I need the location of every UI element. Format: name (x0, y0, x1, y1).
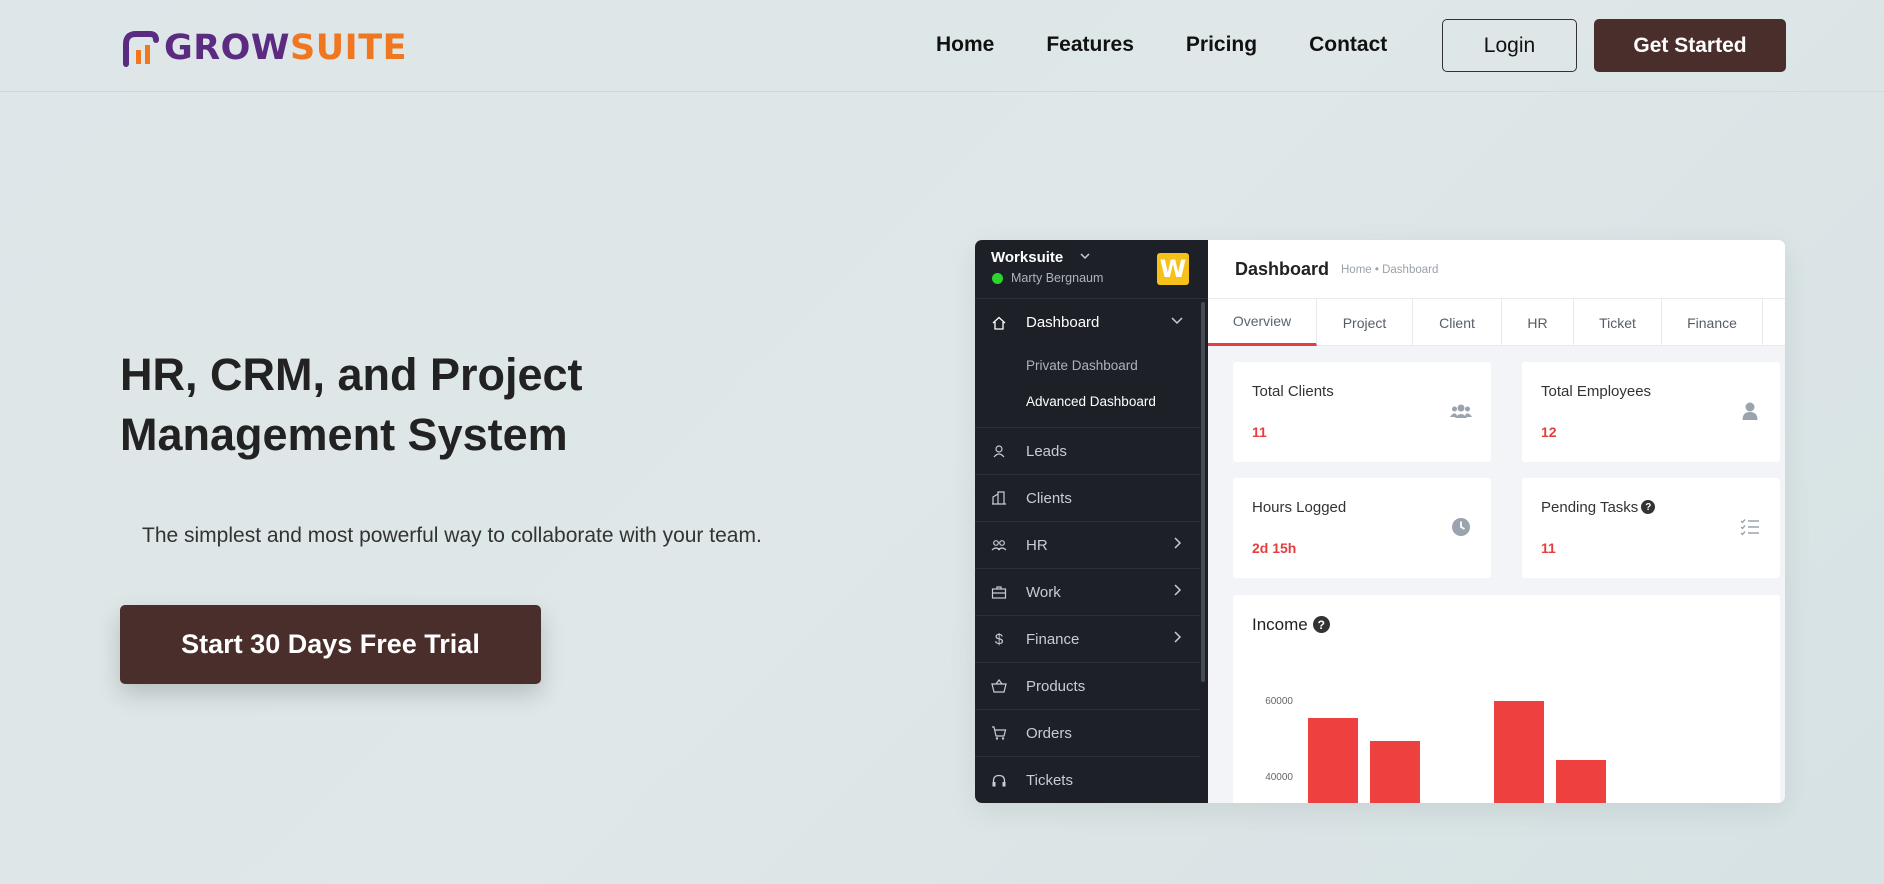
tab-finance[interactable]: Finance (1662, 299, 1763, 346)
sidebar-item-label: Leads (1026, 442, 1067, 460)
task-list-icon (1740, 519, 1759, 536)
sidebar-item-dashboard[interactable]: Dashboard (975, 299, 1200, 346)
sidebar-item-hr[interactable]: HR (975, 522, 1200, 569)
users-icon (990, 536, 1008, 554)
nav-contact[interactable]: Contact (1309, 33, 1387, 57)
users-icon (1450, 404, 1472, 418)
workspace-header: Worksuite Marty Bergnaum W (975, 240, 1208, 299)
sidebar-item-finance[interactable]: $ Finance (975, 616, 1200, 663)
home-icon (990, 314, 1008, 332)
free-trial-button[interactable]: Start 30 Days Free Trial (120, 605, 541, 684)
dashboard-preview: Worksuite Marty Bergnaum W Dashboard Pri… (975, 240, 1785, 803)
income-chart: 60000 40000 (1233, 595, 1780, 803)
income-bar[interactable] (1556, 760, 1606, 803)
dashboard-tabs: Overview Project Client HR Ticket Financ… (1208, 299, 1785, 346)
card-value: 2d 15h (1252, 540, 1297, 556)
sidebar-item-work[interactable]: Work (975, 569, 1200, 616)
login-button[interactable]: Login (1442, 19, 1577, 72)
help-icon[interactable]: ? (1641, 500, 1656, 515)
sidebar-item-label: Tickets (1026, 772, 1073, 789)
sidebar-item-orders[interactable]: Orders (975, 710, 1200, 757)
chevron-right-icon[interactable] (1170, 630, 1184, 644)
sidebar-item-label: Work (1026, 583, 1061, 601)
headset-icon (990, 772, 1008, 790)
sidebar-item-label: Products (1026, 677, 1086, 695)
get-started-button[interactable]: Get Started (1594, 19, 1786, 72)
card-hours-logged[interactable]: Hours Logged 2d 15h (1233, 478, 1491, 578)
dashboard-topbar: Dashboard Home • Dashboard (1208, 240, 1785, 299)
sidebar-item-products[interactable]: Products (975, 663, 1200, 710)
tab-overview[interactable]: Overview (1208, 299, 1317, 346)
nav-pricing[interactable]: Pricing (1186, 33, 1257, 57)
tab-project[interactable]: Project (1317, 299, 1413, 346)
chevron-right-icon[interactable] (1170, 536, 1184, 550)
card-value: 11 (1252, 424, 1267, 440)
sidebar-item-label: Finance (1026, 630, 1080, 648)
basket-icon (990, 677, 1008, 695)
sidebar-subitem-advanced-dashboard[interactable]: Advanced Dashboard (1026, 394, 1156, 409)
main-nav: Home Features Pricing Contact (936, 33, 1439, 57)
cart-icon (990, 724, 1008, 742)
sidebar-item-label: HR (1026, 536, 1048, 554)
nav-features[interactable]: Features (1046, 33, 1134, 57)
clock-icon (1452, 518, 1470, 536)
workspace-badge: W (1157, 253, 1189, 285)
sidebar-item-leads[interactable]: Leads (975, 428, 1200, 475)
card-label: Hours Logged (1252, 499, 1347, 516)
brand-logo[interactable]: GROWSUITE (120, 28, 407, 68)
tab-ticket[interactable]: Ticket (1574, 299, 1662, 346)
card-label: Total Employees (1541, 383, 1652, 400)
user-name: Marty Bergnaum (1011, 271, 1104, 285)
dollar-icon: $ (994, 630, 1004, 648)
online-status-icon (992, 273, 1003, 284)
page-title: Dashboard (1235, 259, 1330, 279)
logo-icon (123, 31, 159, 67)
card-total-clients[interactable]: Total Clients 11 (1233, 362, 1491, 462)
income-bar[interactable] (1494, 701, 1544, 803)
tab-hr[interactable]: HR (1502, 299, 1574, 346)
breadcrumb[interactable]: Home • Dashboard (1341, 264, 1438, 276)
sidebar-scrollbar[interactable] (1201, 302, 1205, 682)
sidebar: Worksuite Marty Bergnaum W Dashboard Pri… (975, 240, 1208, 803)
sidebar-subitem-private-dashboard[interactable]: Private Dashboard (1026, 358, 1138, 373)
sidebar-item-tickets[interactable]: Tickets (975, 757, 1200, 803)
sidebar-item-label: Orders (1026, 724, 1072, 742)
income-chart-card: Income? 60000 40000 (1233, 595, 1780, 803)
card-pending-tasks[interactable]: Pending Tasks? 11 (1522, 478, 1780, 578)
sidebar-item-label: Dashboard (1026, 314, 1100, 331)
chevron-down-icon[interactable] (1079, 250, 1091, 262)
site-header: GROWSUITE Home Features Pricing Contact … (0, 0, 1884, 92)
brand-name: GROWSUITE (164, 28, 407, 68)
user-icon (1742, 402, 1758, 420)
income-bar[interactable] (1370, 741, 1420, 803)
chevron-down-icon[interactable] (1170, 313, 1184, 327)
hero-title: HR, CRM, and Project Management System (120, 349, 583, 460)
briefcase-icon (990, 583, 1008, 601)
card-label: Pending Tasks? (1541, 499, 1656, 516)
sidebar-item-clients[interactable]: Clients (975, 475, 1200, 522)
chevron-right-icon[interactable] (1170, 583, 1184, 597)
workspace-name[interactable]: Worksuite (991, 249, 1063, 266)
tab-client[interactable]: Client (1413, 299, 1502, 346)
card-label: Total Clients (1252, 383, 1334, 400)
y-tick-label: 40000 (1265, 772, 1293, 783)
user-icon (990, 442, 1008, 460)
nav-home[interactable]: Home (936, 33, 994, 57)
sidebar-item-label: Clients (1026, 489, 1072, 507)
y-tick-label: 60000 (1265, 696, 1293, 707)
hero-subtitle: The simplest and most powerful way to co… (142, 524, 762, 547)
card-value: 11 (1541, 540, 1556, 556)
card-total-employees[interactable]: Total Employees 12 (1522, 362, 1780, 462)
income-bar[interactable] (1308, 718, 1358, 803)
dashboard-main: Dashboard Home • Dashboard Overview Proj… (1208, 240, 1785, 803)
card-value: 12 (1541, 424, 1557, 440)
building-icon (990, 489, 1008, 507)
